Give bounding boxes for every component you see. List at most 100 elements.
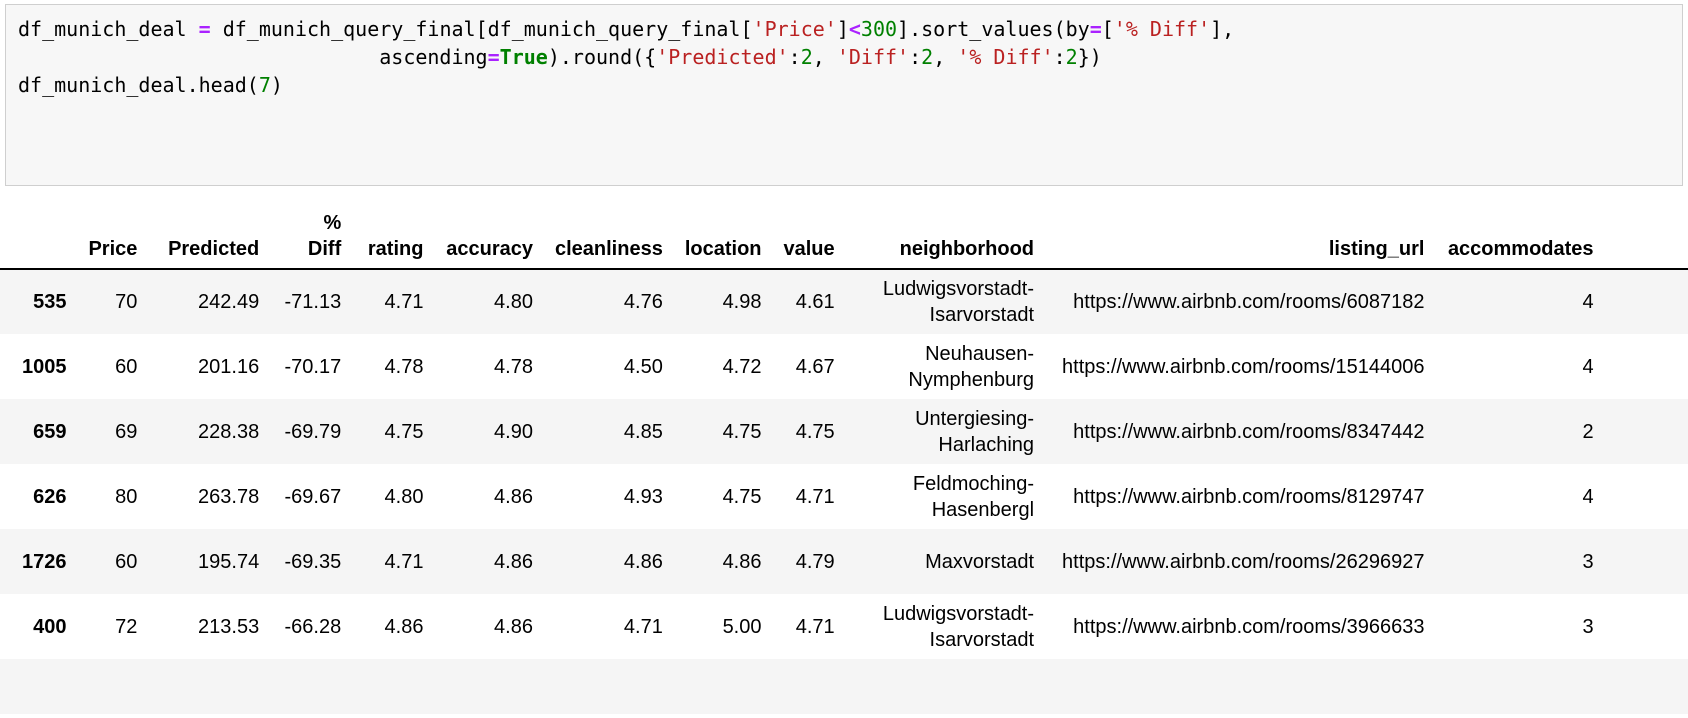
- column-header-listing-url[interactable]: listing_url: [1045, 200, 1436, 270]
- cell-listing-url[interactable]: https://www.airbnb.com/rooms/15144006: [1045, 334, 1435, 399]
- column-header-pct-diff[interactable]: % Diff: [270, 200, 353, 270]
- cell-neighborhood: Feldmoching-Hasenbergl: [912, 472, 1035, 521]
- table-row[interactable]: 400 72 213.53 -66.28 4.86 4.86 4.71 5.00 4.71 Lud…: [0, 594, 1688, 659]
- cell-accuracy: 4.80: [494, 291, 533, 313]
- cell-truncated: [1605, 269, 1688, 334]
- cell-neighborhood: Maxvorstadt: [925, 550, 1035, 573]
- column-header-value[interactable]: value: [772, 200, 846, 270]
- column-header-rating[interactable]: rating: [352, 200, 435, 270]
- row-index: 1005: [21, 355, 67, 378]
- column-header-cleanliness[interactable]: cleanliness: [543, 200, 674, 270]
- column-header-index[interactable]: [0, 200, 78, 270]
- code-token: df_munich_deal.head(: [18, 73, 259, 97]
- table-row[interactable]: 1005 60 201.16 -70.17 4.78 4.78 4.50 4.72 4.67 Ne…: [0, 334, 1688, 399]
- code-line-1: df_munich_deal = df_munich_query_final[d…: [18, 15, 1670, 43]
- code-token: 300: [860, 17, 898, 41]
- cell-price: 60: [115, 355, 138, 378]
- cell-predicted: 213.53: [198, 615, 260, 638]
- cell-pct-diff: [270, 659, 352, 714]
- cell-rating: 4.71: [384, 550, 424, 573]
- cell-rating: [352, 659, 434, 714]
- cell-rating: 4.86: [384, 615, 424, 638]
- column-header-predicted[interactable]: Predicted: [148, 200, 271, 270]
- cell-pct-diff: -69.67: [284, 485, 342, 508]
- cell-truncated: [1605, 334, 1688, 399]
- cell-listing-url[interactable]: https://www.airbnb.com/rooms/3966633: [1045, 594, 1435, 659]
- cell-accommodates: 4: [1582, 291, 1594, 313]
- row-index: 659: [33, 420, 67, 443]
- cell-pct-diff: -71.13: [284, 291, 342, 313]
- cell-value: 4.71: [795, 485, 835, 508]
- cell-location: 5.00: [722, 615, 762, 638]
- code-token: =: [198, 17, 211, 41]
- code-token: :: [1053, 45, 1066, 69]
- code-token: 2: [921, 45, 934, 69]
- table-header-row: Price Predicted % Diff rating accuracy c…: [0, 200, 1688, 270]
- code-token: 2: [800, 45, 813, 69]
- table-row[interactable]: 1726 60 195.74 -69.35 4.71 4.86 4.86 4.86 4.79 Ma…: [0, 529, 1688, 594]
- column-header-accommodates[interactable]: accommodates: [1435, 200, 1605, 270]
- table-row[interactable]: 659 69 228.38 -69.79 4.75 4.90 4.85 4.75 4.75 Unt…: [0, 399, 1688, 464]
- code-token: 'Predicted': [656, 45, 789, 69]
- dataframe-output: Price Predicted % Diff rating accuracy c…: [0, 200, 1688, 714]
- cell-neighborhood: Neuhausen-Nymphenburg: [908, 342, 1035, 391]
- cell-accommodates: 4: [1582, 355, 1594, 378]
- cell-accuracy: 4.78: [494, 355, 533, 378]
- row-index: [0, 659, 77, 714]
- column-header-location[interactable]: location: [673, 200, 773, 270]
- cell-accuracy: 4.86: [494, 615, 533, 638]
- cell-value: 4.67: [795, 355, 835, 378]
- table-row[interactable]: 626 80 263.78 -69.67 4.80 4.86 4.93 4.75 4.71 Fel…: [0, 464, 1688, 529]
- cell-price: 69: [115, 420, 138, 443]
- cell-neighborhood: Ludwigsvorstadt-Isarvorstadt: [882, 278, 1035, 326]
- cell-neighborhood: [846, 659, 1045, 714]
- column-header-accuracy[interactable]: accuracy: [434, 200, 544, 270]
- cell-rating: 4.80: [384, 485, 424, 508]
- code-token: ,: [933, 45, 958, 69]
- cell-pct-diff: -69.79: [284, 420, 342, 443]
- code-token: '% Diff': [957, 45, 1054, 69]
- dataframe-table: Price Predicted % Diff rating accuracy c…: [0, 200, 1688, 714]
- cell-value: 4.71: [795, 615, 835, 638]
- cell-predicted: 242.49: [198, 291, 260, 313]
- cell-accommodates: 4: [1582, 485, 1594, 508]
- code-token: <: [848, 17, 861, 41]
- cell-accuracy: [434, 659, 544, 714]
- code-token: :: [788, 45, 801, 69]
- cell-accommodates: 2: [1582, 420, 1594, 443]
- cell-listing-url[interactable]: https://www.airbnb.com/rooms/6087182: [1045, 269, 1435, 334]
- column-header-neighborhood[interactable]: neighborhood: [845, 200, 1046, 270]
- cell-price: 60: [115, 550, 138, 573]
- code-token: =: [487, 45, 500, 69]
- code-token: df_munich_query_final[df_munich_query_fi…: [210, 17, 753, 41]
- code-token: ]: [836, 17, 849, 41]
- cell-value: 4.75: [795, 420, 835, 443]
- cell-listing-url[interactable]: https://www.airbnb.com/rooms/8129747: [1045, 464, 1435, 529]
- column-header-truncated: [1604, 200, 1688, 270]
- cell-accuracy: 4.90: [494, 420, 533, 443]
- cell-cleanliness: 4.71: [623, 615, 663, 638]
- cell-location: 4.98: [722, 291, 762, 313]
- column-header-price[interactable]: Price: [77, 200, 149, 270]
- code-editor-lines[interactable]: df_munich_deal = df_munich_query_final[d…: [18, 15, 1670, 99]
- cell-rating: 4.78: [384, 355, 424, 378]
- table-row[interactable]: 535 70 242.49 -71.13 4.71 4.80 4.76 4.98 4.61 Lud…: [0, 269, 1688, 334]
- cell-listing-url[interactable]: https://www.airbnb.com/rooms/26296927: [1045, 529, 1435, 594]
- cell-truncated: [1605, 659, 1688, 714]
- cell-listing-url[interactable]: https://www.airbnb.com/rooms/8347442: [1045, 399, 1435, 464]
- cell-location: 4.75: [722, 420, 762, 443]
- cell-accuracy: 4.86: [494, 485, 533, 508]
- code-token: :: [909, 45, 922, 69]
- table-row[interactable]: [0, 659, 1688, 714]
- code-token: 'Diff': [836, 45, 910, 69]
- cell-predicted: [148, 659, 270, 714]
- code-token: ,: [812, 45, 837, 69]
- cell-neighborhood: Ludwigsvorstadt-Isarvorstadt: [882, 602, 1035, 651]
- cell-cleanliness: 4.85: [623, 420, 663, 443]
- code-cell[interactable]: df_munich_deal = df_munich_query_final[d…: [5, 4, 1683, 186]
- cell-price: 72: [115, 615, 138, 638]
- code-token: [: [1101, 17, 1114, 41]
- cell-location: 4.86: [722, 550, 762, 573]
- cell-rating: 4.75: [384, 420, 424, 443]
- cell-listing-url[interactable]: [1045, 659, 1435, 714]
